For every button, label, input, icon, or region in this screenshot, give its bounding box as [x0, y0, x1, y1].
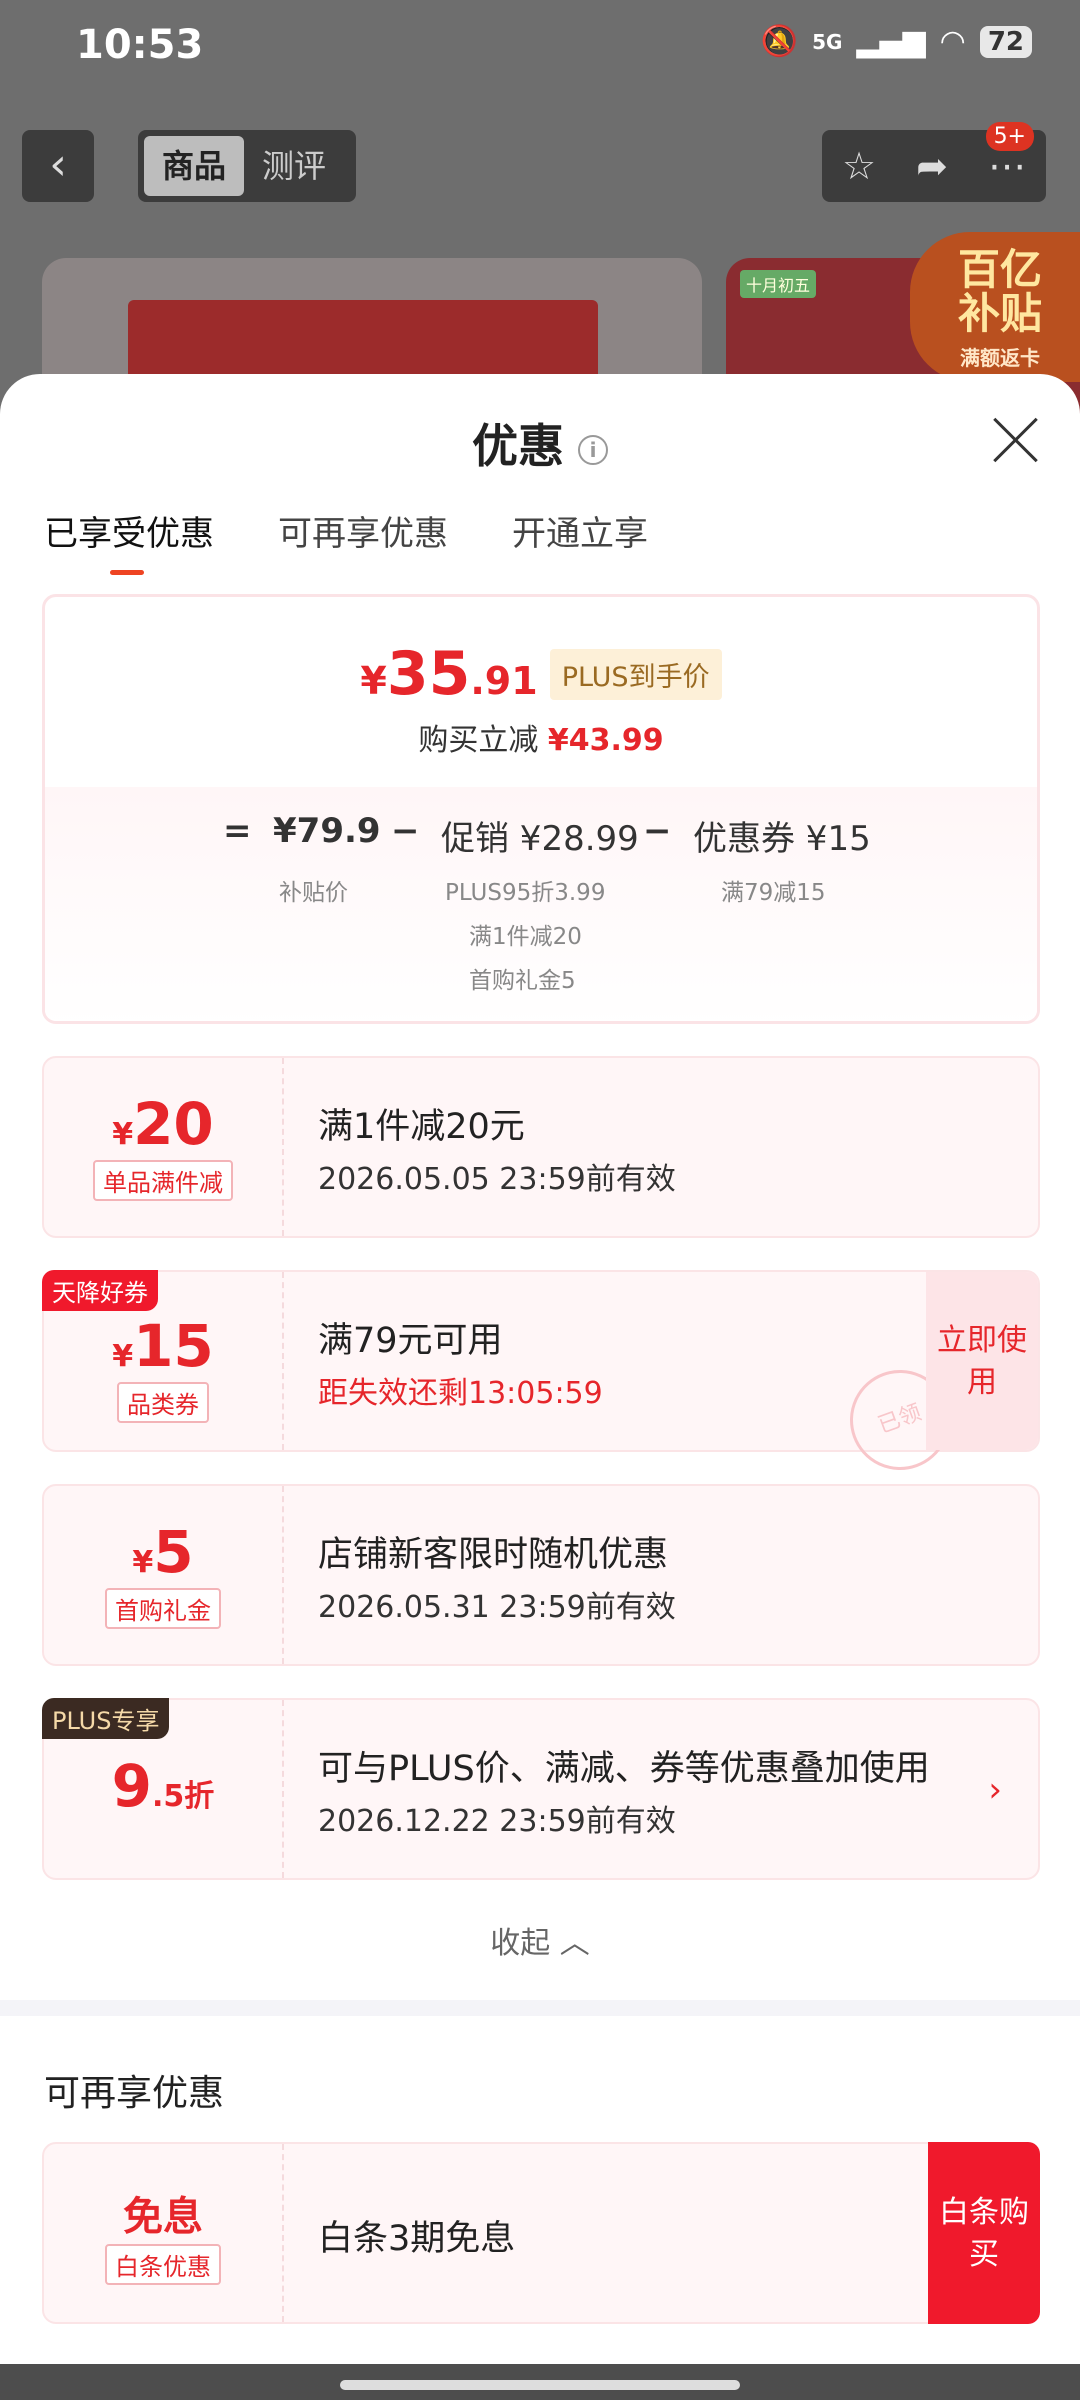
page-tab-switch: 商品 测评 [138, 130, 356, 202]
discount-card[interactable]: ¥20 单品满件减 满1件减20元 2026.05.05 23:59前有效 [42, 1056, 1040, 1238]
baitiao-title: 白条3期免息 [318, 2219, 516, 2259]
back-button[interactable]: ‹ [22, 130, 94, 202]
base-price-label: 补贴价 [279, 880, 348, 906]
plus-discount-expiry: 2026.12.22 23:59前有效 [318, 1804, 676, 1839]
clock: 10:53 [76, 22, 204, 68]
info-icon[interactable]: i [578, 434, 608, 465]
discount-tabs: 已享受优惠 可再享优惠 开通立享 [44, 506, 648, 575]
promo-sub-full: 满1件减20 [469, 924, 582, 950]
equals-sign: = [223, 811, 252, 851]
share-icon[interactable]: ➦ [916, 144, 948, 188]
discount-type-label: 单品满件减 [93, 1160, 233, 1201]
base-price: ¥79.9 [273, 811, 381, 851]
minus-sign: − [643, 811, 672, 851]
discount-sheet: 优惠 i 已享受优惠 可再享优惠 开通立享 ¥35.91 PLUS到手价 购买立减… [0, 374, 1080, 2364]
coupon-price: 优惠券 ¥15 [693, 819, 871, 859]
section-divider [0, 2000, 1080, 2016]
discount-expiry: 2026.05.05 23:59前有效 [318, 1162, 676, 1197]
discount-type-label: 品类券 [117, 1382, 209, 1423]
subsidy-badge: 百亿 补贴 满额返卡 [910, 232, 1080, 382]
chevron-up-icon: ︿ [559, 1926, 590, 1961]
baitiao-card[interactable]: 免息 白条优惠 白条3期免息 白条购买 [42, 2142, 1040, 2324]
chevron-right-icon: › [988, 1770, 1002, 1810]
section-title: 可再享优惠 [44, 2073, 225, 2114]
price-breakdown: = ¥79.9 − 促销 ¥28.99 − 优惠券 ¥15 补贴价 PLUS95… [45, 787, 1037, 1021]
discount-type-label: 首购礼金 [105, 1588, 221, 1629]
top-bar: ‹ 商品 测评 ☆ ➦ ⋯ 5+ [0, 122, 1080, 206]
baitiao-buy-button[interactable]: 白条购买 [928, 2142, 1040, 2324]
tab-open[interactable]: 开通立享 [512, 506, 648, 575]
status-bar: 10:53 🔕 5G ▂▄▆ ◠ 72 [0, 0, 1080, 100]
minus-sign: − [391, 811, 420, 851]
wifi-icon: ◠ [939, 24, 966, 59]
promo-price: 促销 ¥28.99 [441, 819, 639, 859]
discount-title: 店铺新客限时随机优惠 [318, 1535, 669, 1575]
signal-icon: ▂▄▆ [856, 24, 926, 59]
home-indicator[interactable] [340, 2380, 740, 2390]
plus-discount-card[interactable]: PLUS专享 9.5折 可与PLUS价、满减、券等优惠叠加使用 2026.12.… [42, 1698, 1040, 1880]
message-badge: 5+ [985, 122, 1034, 151]
network-label: 5G [812, 29, 843, 54]
promo-sub-plus: PLUS95折3.99 [445, 880, 606, 906]
star-icon[interactable]: ☆ [842, 144, 876, 188]
coupon-title: 满79元可用 [318, 1321, 503, 1361]
final-price: ¥35.91 [360, 639, 538, 709]
instant-discount: 购买立减 ¥43.99 [418, 723, 664, 758]
tab-more[interactable]: 可再享优惠 [278, 506, 448, 575]
price-summary: ¥35.91 PLUS到手价 购买立减 ¥43.99 = ¥79.9 − 促销 … [42, 594, 1040, 1024]
use-now-button[interactable]: 立即使用 [926, 1272, 1038, 1450]
close-icon[interactable] [990, 414, 1040, 464]
tab-goods[interactable]: 商品 [144, 136, 244, 196]
tab-enjoyed[interactable]: 已享受优惠 [44, 506, 214, 575]
discount-expiry: 2026.05.31 23:59前有效 [318, 1590, 676, 1625]
discount-title: 满1件减20元 [318, 1107, 525, 1147]
battery-icon: 72 [979, 25, 1032, 58]
sheet-title: 优惠 i [0, 410, 1080, 476]
coupon-countdown: 距失效还剩13:05:59 [318, 1376, 603, 1411]
product-date-tag: 十月初五 [740, 270, 817, 298]
discount-type-label: 白条优惠 [105, 2244, 221, 2285]
plus-discount-title: 可与PLUS价、满减、券等优惠叠加使用 [318, 1749, 930, 1789]
toolbar-right: ☆ ➦ ⋯ 5+ [822, 122, 1046, 202]
mute-icon: 🔕 [760, 24, 799, 59]
coupon-card[interactable]: 天降好券 ¥15 品类券 满79元可用 距失效还剩13:05:59 已领 立即使… [42, 1270, 1040, 1485]
collapse-button[interactable]: 收起 ︿ [0, 1918, 1080, 1962]
promo-sub-gift: 首购礼金5 [469, 968, 576, 994]
plus-price-tag: PLUS到手价 [549, 648, 722, 700]
discount-card[interactable]: ¥5 首购礼金 店铺新客限时随机优惠 2026.05.31 23:59前有效 [42, 1484, 1040, 1666]
coupon-sub: 满79减15 [721, 880, 826, 906]
tab-review[interactable]: 测评 [244, 136, 344, 196]
